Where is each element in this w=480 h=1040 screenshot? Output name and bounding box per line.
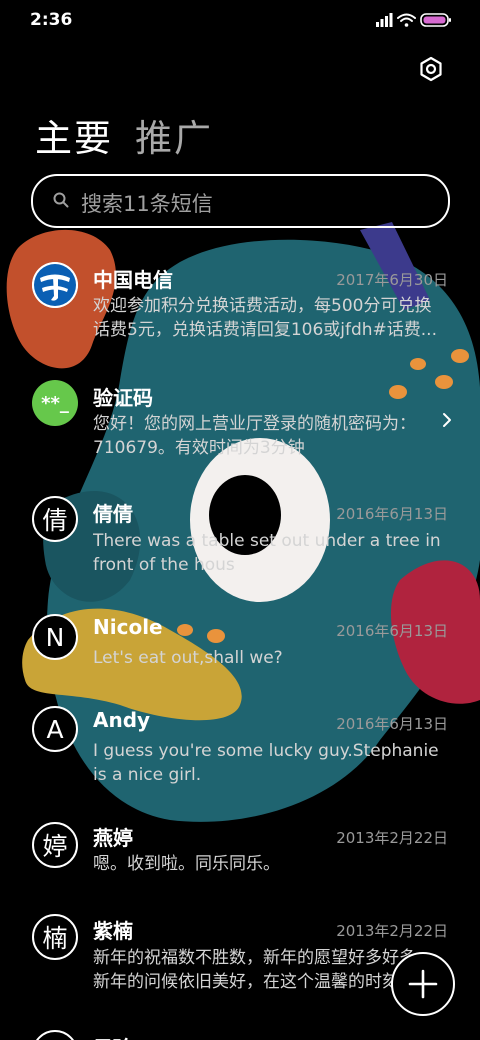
conversation-list: 中国电信 2017年6月30日 欢迎参加积分兑换话费活动，每500分可兑换 话费… [0, 232, 480, 1040]
settings-button[interactable] [414, 52, 448, 86]
message-preview: I guess you're some lucky guy.Stephanie … [93, 739, 449, 787]
conversation-date: 2013年2月22日 [336, 829, 448, 847]
gear-icon [420, 56, 442, 82]
conversation-name: 子玲 [93, 1032, 133, 1040]
message-preview: 欢迎参加积分兑换话费活动，每500分可兑换 话费5元，兑换话费请回复106或jf… [93, 294, 449, 342]
preview-line: 话费5元，兑换话费请回复106或jfdh#话费... [93, 320, 437, 340]
message-preview: There was a table set out under a tree i… [93, 529, 449, 577]
message-preview: 嗯。收到啦。同乐同乐。 [93, 852, 449, 876]
conversation-item-verification[interactable]: **_ 验证码 您好！您的网上营业厅登录的随机密码为： 710679。有效时间为… [0, 354, 480, 470]
message-preview: Let's eat out,shall we? [93, 646, 449, 670]
conversation-item-qianqian[interactable]: 倩 倩倩 2016年6月13日 There was a table set ou… [0, 470, 480, 588]
conversation-item-china-telecom[interactable]: 中国电信 2017年6月30日 欢迎参加积分兑换话费活动，每500分可兑换 话费… [0, 232, 480, 354]
preview-line: is a nice girl. [93, 765, 202, 785]
conversation-name: 倩倩 [93, 502, 133, 526]
messages-screen: 2:36 主要 推广 搜索11条短信 中国电信 2017年6月30日 欢迎参加积… [0, 0, 480, 1040]
conversation-item-nicole[interactable]: N Nicole 2016年6月13日 Let's eat out,shall … [0, 588, 480, 680]
category-tabs: 主要 推广 [35, 108, 235, 162]
compose-button[interactable] [391, 952, 455, 1016]
avatar: 婷 [32, 822, 78, 868]
conversation-name: 中国电信 [93, 268, 173, 292]
china-telecom-logo [32, 262, 78, 308]
conversation-name: 燕婷 [93, 826, 133, 850]
conversation-name: Nicole [93, 615, 163, 639]
wifi-icon [397, 13, 416, 27]
conversation-date: 2017年6月30日 [336, 271, 448, 289]
avatar: 倩 [32, 496, 78, 542]
preview-line: Let's eat out,shall we? [93, 648, 283, 668]
tab-primary[interactable]: 主要 [35, 108, 113, 162]
preview-line: 嗯。收到啦。同乐同乐。 [93, 854, 280, 874]
search-input[interactable]: 搜索11条短信 [81, 188, 213, 218]
plus-icon [408, 969, 438, 999]
preview-line: 您好！您的网上营业厅登录的随机密码为： [93, 414, 416, 434]
status-bar: 2:36 [0, 0, 480, 40]
search-icon [53, 192, 69, 208]
message-preview: 您好！您的网上营业厅登录的随机密码为： 710679。有效时间为3分钟 [93, 412, 449, 460]
avatar: A [32, 706, 78, 752]
conversation-item-yanting[interactable]: 婷 燕婷 2013年2月22日 嗯。收到啦。同乐同乐。 [0, 796, 480, 888]
conversation-item-andy[interactable]: A Andy 2016年6月13日 I guess you're some lu… [0, 680, 480, 796]
conversation-date: 2016年6月13日 [336, 715, 448, 733]
signal-icon [376, 13, 393, 27]
conversation-name: 紫楠 [93, 919, 133, 943]
search-bar[interactable]: 搜索11条短信 [31, 174, 450, 228]
avatar: **_ [32, 380, 78, 426]
conversation-date: 2016年6月13日 [336, 505, 448, 523]
conversation-date: 2016年6月13日 [336, 622, 448, 640]
avatar [32, 1030, 78, 1040]
conversation-name: 验证码 [93, 386, 153, 410]
preview-line: front of the hous [93, 555, 235, 575]
avatar: 楠 [32, 914, 78, 960]
status-time: 2:36 [30, 10, 73, 30]
preview-line: 欢迎参加积分兑换话费活动，每500分可兑换 [93, 296, 432, 316]
preview-line: 710679。有效时间为3分钟 [93, 438, 305, 458]
conversation-date: 2013年2月22日 [336, 922, 448, 940]
preview-line: I guess you're some lucky guy.Stephanie [93, 741, 439, 761]
conversation-name: Andy [93, 708, 151, 732]
tab-promotions[interactable]: 推广 [135, 108, 213, 162]
preview-line: There was a table set out under a tree i… [93, 531, 441, 551]
avatar: N [32, 614, 78, 660]
status-icons [376, 11, 454, 33]
battery-icon [420, 13, 451, 27]
